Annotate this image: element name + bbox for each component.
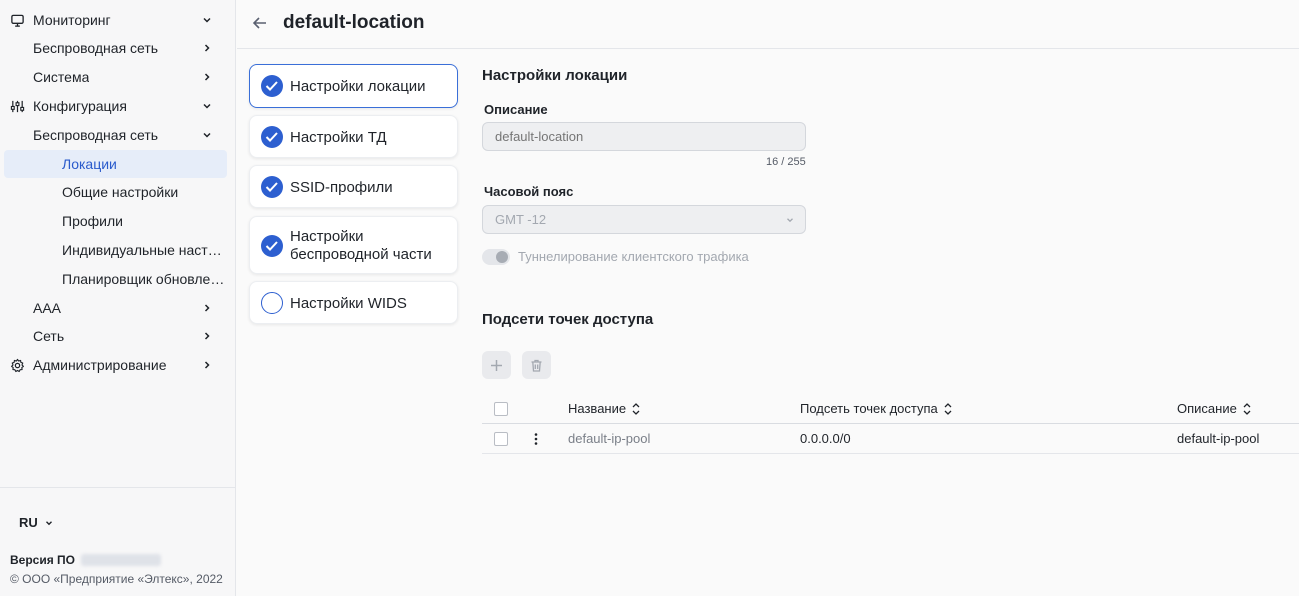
delete-subnet-button[interactable] (522, 351, 551, 379)
sidebar-item-configuration[interactable]: Конфигурация (4, 92, 227, 120)
check-circle-icon (261, 176, 283, 198)
sidebar-item-profiles[interactable]: Профили (4, 207, 227, 235)
language-selector[interactable]: RU (19, 515, 54, 530)
sidebar-item-label: Беспроводная сеть (33, 40, 159, 56)
step-location-settings[interactable]: Настройки локации (249, 64, 458, 108)
description-counter: 16 / 255 (766, 156, 806, 168)
sidebar-item-individual-settings[interactable]: Индивидуальные настро… (4, 236, 227, 264)
chevron-down-icon (203, 132, 211, 138)
sidebar-item-administration[interactable]: Администрирование (4, 351, 227, 379)
language-label: RU (19, 515, 38, 530)
sidebar-item-network[interactable]: Сеть (4, 322, 227, 350)
column-header-description[interactable]: Описание (1177, 401, 1252, 416)
page-title: default-location (283, 12, 425, 33)
step-ap-settings[interactable]: Настройки ТД (249, 115, 458, 158)
plus-icon (491, 360, 502, 371)
chevron-down-icon (45, 520, 52, 525)
step-label: Настройки беспроводной части (290, 228, 432, 263)
more-vertical-icon[interactable] (532, 432, 540, 446)
tunneling-toggle[interactable] (482, 249, 510, 265)
chevron-down-icon (203, 17, 211, 23)
description-label: Описание (484, 102, 548, 117)
sort-icon (632, 402, 640, 415)
sidebar-item-label: Система (33, 69, 90, 85)
sidebar-item-label: Общие настройки (62, 184, 179, 200)
page-header: default-location (237, 0, 1299, 49)
chevron-right-icon (204, 304, 210, 312)
sidebar-item-label: Планировщик обновлен… (62, 271, 225, 287)
sidebar-item-wireless-monitoring[interactable]: Беспроводная сеть (4, 34, 227, 62)
toggle-knob (496, 251, 508, 263)
sidebar-item-label: AAA (33, 300, 62, 316)
sidebar-item-label: Мониторинг (33, 12, 111, 28)
check-circle-icon (261, 126, 283, 148)
table-row[interactable]: default-ip-pool 0.0.0.0/0 default-ip-poo… (482, 424, 1299, 454)
sidebar-item-label: Администрирование (33, 357, 167, 373)
sidebar-item-wireless-config[interactable]: Беспроводная сеть (4, 121, 227, 149)
chevron-right-icon (204, 361, 210, 369)
sidebar-item-update-scheduler[interactable]: Планировщик обновлен… (4, 265, 227, 293)
monitor-icon (11, 14, 24, 27)
timezone-label: Часовой пояс (484, 184, 574, 199)
add-subnet-button[interactable] (482, 351, 511, 379)
table-header: Название Подсеть точек доступа Описание (482, 394, 1299, 424)
sidebar: Мониторинг Беспроводная сеть Система Кон… (0, 0, 236, 596)
version-value-redacted (81, 554, 162, 566)
sidebar-item-label: Локации (62, 156, 117, 172)
sidebar-item-system[interactable]: Система (4, 63, 227, 91)
column-header-name[interactable]: Название (568, 401, 641, 416)
step-label: Настройки ТД (290, 129, 387, 146)
sidebar-item-label: Беспроводная сеть (33, 127, 159, 143)
sidebar-item-aaa[interactable]: AAA (4, 294, 227, 322)
sidebar-item-general-settings[interactable]: Общие настройки (4, 178, 227, 206)
column-header-subnet[interactable]: Подсеть точек доступа (800, 401, 953, 416)
tunneling-label: Туннелирование клиентского трафика (518, 249, 749, 264)
sidebar-divider (0, 487, 236, 488)
description-input[interactable] (482, 122, 806, 151)
empty-circle-icon (261, 292, 283, 314)
firmware-version: Версия ПО (10, 553, 162, 567)
column-header-label: Описание (1177, 401, 1237, 416)
chevron-down-icon (203, 103, 211, 109)
sidebar-item-locations[interactable]: Локации (4, 150, 227, 178)
gear-icon (11, 358, 24, 373)
sidebar-item-label: Индивидуальные настро… (62, 242, 225, 258)
chevron-right-icon (204, 73, 210, 81)
chevron-right-icon (204, 332, 210, 340)
back-arrow-icon[interactable] (251, 14, 269, 32)
chevron-right-icon (204, 44, 210, 52)
select-all-checkbox[interactable] (494, 402, 508, 416)
sidebar-item-monitoring[interactable]: Мониторинг (4, 6, 227, 34)
step-label: Настройки локации (290, 78, 426, 95)
row-checkbox[interactable] (494, 432, 508, 446)
sort-icon (1243, 402, 1251, 415)
sliders-icon (10, 100, 25, 113)
sort-icon (944, 402, 952, 415)
section-title-location-settings: Настройки локации (482, 67, 628, 84)
timezone-value: GMT -12 (495, 212, 547, 227)
column-header-label: Подсеть точек доступа (800, 401, 938, 416)
cell-subnet: 0.0.0.0/0 (800, 431, 851, 446)
sidebar-item-label: Конфигурация (33, 98, 127, 114)
timezone-select[interactable]: GMT -12 (482, 205, 806, 234)
version-label: Версия ПО (10, 553, 76, 567)
trash-icon (531, 359, 542, 372)
step-ssid-profiles[interactable]: SSID-профили (249, 165, 458, 208)
step-label: SSID-профили (290, 179, 393, 196)
check-circle-icon (261, 75, 283, 97)
sidebar-item-label: Профили (62, 213, 123, 229)
step-label: Настройки WIDS (290, 295, 407, 312)
check-circle-icon (261, 235, 283, 257)
copyright: © ООО «Предприятие «Элтекс», 2022 (10, 572, 223, 586)
cell-description: default-ip-pool (1177, 431, 1260, 446)
chevron-down-icon (787, 218, 793, 223)
step-wireless-settings[interactable]: Настройки беспроводной части (249, 216, 458, 274)
sidebar-item-label: Сеть (33, 328, 65, 344)
step-wids-settings[interactable]: Настройки WIDS (249, 281, 458, 324)
column-header-label: Название (568, 401, 627, 416)
cell-name: default-ip-pool (568, 431, 651, 446)
section-title-subnets: Подсети точек доступа (482, 311, 654, 328)
